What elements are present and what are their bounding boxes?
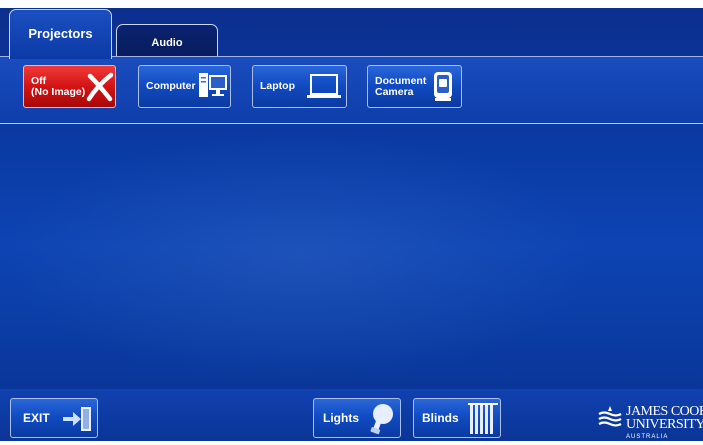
off-no-image-button[interactable]: Off (No Image): [23, 65, 116, 108]
off-button-label: Off (No Image): [31, 74, 86, 98]
computer-icon: [199, 73, 227, 97]
light-bulb-icon: [370, 404, 393, 435]
computer-button-label: Computer: [146, 80, 196, 92]
document-camera-button-label: Document Camera: [375, 74, 427, 98]
computer-button[interactable]: Computer: [138, 65, 231, 108]
laptop-button-label: Laptop: [260, 80, 295, 92]
control-panel-screen: Audio Projectors Off (No Image) Computer: [0, 8, 703, 441]
document-camera-icon: [434, 72, 452, 101]
tab-audio[interactable]: Audio: [116, 24, 218, 56]
tab-projectors[interactable]: Projectors: [9, 9, 112, 59]
logo-line-3: AUSTRALIA: [626, 434, 669, 440]
tab-bar: Audio Projectors: [0, 8, 703, 59]
exit-door-icon: [63, 407, 91, 431]
lights-button-label: Lights: [323, 410, 359, 425]
laptop-button[interactable]: Laptop: [252, 65, 347, 108]
x-icon: [86, 72, 114, 102]
tab-projectors-label: Projectors: [28, 26, 93, 41]
james-cook-university-logo: JAMES COOK UNIVERSITY AUSTRALIA: [598, 400, 703, 445]
blinds-button-label: Blinds: [422, 410, 459, 425]
laptop-icon: [307, 74, 341, 98]
source-bar: Off (No Image) Computer Laptop Document …: [0, 57, 703, 123]
tab-audio-label: Audio: [151, 36, 183, 49]
lights-button[interactable]: Lights: [313, 398, 401, 438]
source-bar-divider: [0, 123, 703, 124]
blinds-icon: [468, 403, 498, 434]
exit-button-label: EXIT: [23, 410, 50, 425]
blinds-button[interactable]: Blinds: [413, 398, 501, 438]
exit-button[interactable]: EXIT: [10, 398, 98, 438]
document-camera-button[interactable]: Document Camera: [367, 65, 462, 108]
logo-line-2: UNIVERSITY: [626, 417, 703, 432]
university-crest-icon: [598, 406, 622, 427]
